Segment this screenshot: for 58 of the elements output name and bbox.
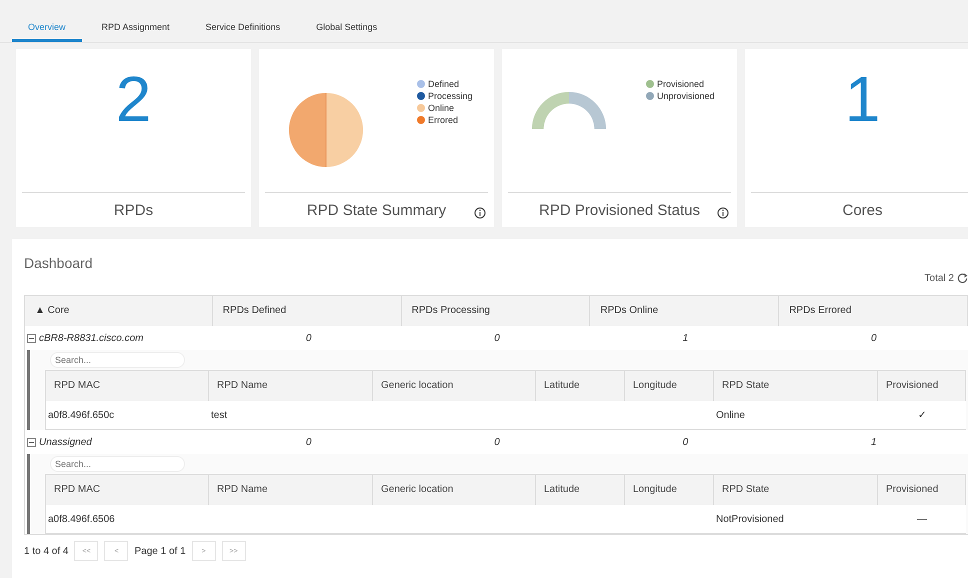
info-icon[interactable]	[474, 207, 486, 219]
column-header[interactable]: Provisioned	[878, 371, 966, 401]
info-icon[interactable]	[717, 207, 729, 219]
column-header[interactable]: RPD State	[714, 475, 878, 505]
column-header[interactable]: Longitude	[625, 371, 714, 401]
table-cell: ✓	[918, 410, 926, 421]
search-field[interactable]: Search...	[50, 456, 185, 472]
card-title: RPD Provisioned Status	[539, 202, 700, 218]
core-name: cBR8-R8831.cisco.com	[39, 332, 144, 344]
legend-label: Unprovisioned	[657, 91, 715, 101]
legend-label: Online	[428, 103, 454, 113]
tab[interactable]: RPD Assignment	[86, 22, 186, 42]
legend-label: Errored	[428, 115, 458, 125]
table-cell: test	[211, 410, 228, 420]
tab[interactable]: Overview	[12, 22, 82, 42]
page-indicator: Page 1 of 1	[134, 546, 186, 556]
total-count: Total 2	[924, 272, 954, 284]
collapse-icon[interactable]	[27, 334, 36, 342]
column-header[interactable]: RPD MAC	[46, 371, 209, 401]
column-header[interactable]: Generic location	[373, 371, 536, 401]
core-name: Unassigned	[39, 436, 92, 448]
table-cell-text: 1	[682, 332, 690, 344]
column-header[interactable]: RPD MAC	[46, 475, 209, 505]
table-cell: —	[917, 514, 927, 524]
dashboard-title: Dashboard	[24, 255, 94, 271]
legend-label: Defined	[428, 79, 460, 89]
table-cell: a0f8.496f.6506	[48, 514, 115, 524]
column-header[interactable]: Latitude	[536, 475, 625, 505]
table-cell-text: 1	[870, 436, 878, 448]
column-header[interactable]: Generic location	[373, 475, 536, 505]
table-cell: NotProvisioned	[716, 514, 784, 524]
table-cell-text: 0	[304, 332, 312, 344]
refresh-icon[interactable]	[957, 272, 968, 284]
count-value: 1	[844, 67, 880, 131]
column-header[interactable]: Provisioned	[878, 475, 966, 505]
count-value: 2	[116, 67, 152, 131]
column-header[interactable]: Longitude	[625, 475, 714, 505]
table-cell-text: 0	[682, 436, 690, 448]
search-field[interactable]: Search...	[50, 352, 185, 368]
card-title: RPD State Summary	[306, 202, 446, 218]
card-title: Cores	[842, 202, 882, 218]
page-range: 1 to 4 of 4	[24, 546, 68, 556]
legend-label: Provisioned	[657, 79, 704, 89]
card-title: RPDs	[114, 202, 154, 218]
legend-label: Processing	[428, 91, 473, 101]
table-cell: Online	[716, 410, 745, 420]
column-header[interactable]: RPD State	[714, 371, 878, 401]
collapse-icon[interactable]	[27, 438, 36, 446]
tab[interactable]: Service Definitions	[190, 22, 296, 42]
table-cell-text: 0	[493, 332, 501, 344]
table-cell-text: 0	[304, 436, 312, 448]
column-header[interactable]: RPD Name	[209, 371, 373, 401]
column-header[interactable]: Latitude	[536, 371, 625, 401]
tab[interactable]: Global Settings	[300, 22, 394, 42]
table-cell-text: 0	[493, 436, 501, 448]
table-cell: a0f8.496f.650c	[48, 410, 114, 420]
table-cell-text: 0	[870, 332, 878, 344]
column-header[interactable]: RPD Name	[209, 475, 373, 505]
